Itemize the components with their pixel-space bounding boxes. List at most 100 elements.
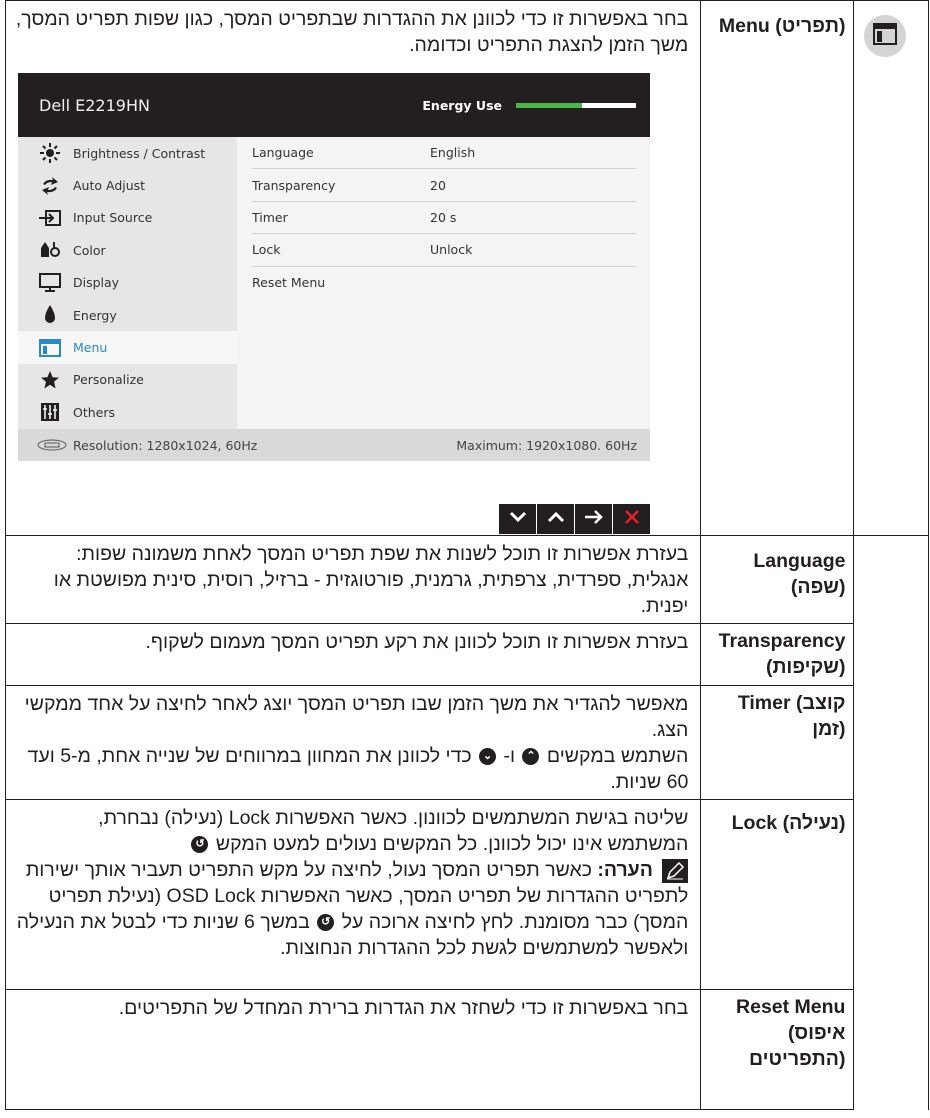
right-button[interactable] [575,504,612,534]
timer-line2-b: ו- [503,745,516,767]
exit-button[interactable] [613,504,650,534]
osd-sidebar-label: Display [73,275,120,291]
close-icon [624,509,640,530]
osd-sidebar-item-display[interactable]: Display [18,267,237,299]
menu-section-badge [864,15,907,57]
osd-panel: Dell E2219HN Energy Use Brightness / Con… [18,73,650,461]
menu-feature-cell: Menu (תפריט) [700,0,855,536]
menu-settings-table: בחר באפשרות זו כדי לכוונן את ההגדרות שבת… [4,0,929,1110]
energy-icon [39,304,61,326]
table-row-reset-menu: בחר באפשרות זו כדי לשחזר את הגדרות ברירת… [4,989,929,1110]
chevron-down-button-icon: ⌄ [479,748,497,766]
color-icon [39,239,61,261]
osd-setting-name: Reset Menu [252,275,326,291]
up-button[interactable] [537,504,574,534]
timer-line1: מאפשר להגדיר את משך הזמן שבו תפריט המסך … [24,693,689,741]
osd-setting-row[interactable]: Lock Unlock [252,234,636,267]
osd-settings-panel: Language English Transparency 20 Timer 2… [237,137,650,429]
osd-energy-use: Energy Use [422,98,636,113]
back-button-icon: ↺ [317,914,335,932]
input-source-icon [39,207,61,229]
osd-setting-name: Language [252,145,314,161]
osd-sidebar-item-brightness[interactable]: Brightness / Contrast [18,137,237,169]
osd-sidebar-label: Energy [73,307,117,323]
lock-para1-text: שליטה בגישת המשתמשים לכוונון. כאשר האפשר… [98,807,689,855]
others-icon [39,401,61,423]
display-icon [39,272,61,294]
osd-setting-name: Lock [252,242,281,258]
osd-energy-label: Energy Use [422,97,502,113]
osd-body: Brightness / Contrast Auto Adjust Input … [18,137,650,429]
osd-sidebar-item-others[interactable]: Others [18,396,237,428]
osd-model-name: Dell E2219HN [39,95,150,115]
osd-sidebar-label: Input Source [73,210,153,226]
osd-setting-name: Transparency [252,177,336,193]
chevron-up-icon [547,510,565,528]
menu-description-cell: בחר באפשרות זו כדי לכוונן את ההגדרות שבת… [4,0,702,536]
osd-sidebar-item-energy[interactable]: Energy [18,299,237,331]
osd-setting-row[interactable]: Transparency 20 [252,169,636,202]
timer-line2: השתמש במקשים ⌃ ו- ⌄ כדי לכוונן את המחוון… [14,743,689,795]
osd-setting-value: 20 s [430,209,457,225]
osd-energy-bar [516,102,636,108]
chevron-down-icon [509,510,527,528]
osd-setting-value: Unlock [430,242,473,258]
timer-line2-a: השתמש במקשים [546,745,689,767]
osd-sidebar-label: Menu [73,340,108,356]
lock-note: הערה: כאשר תפריט המסך נעול, לחיצה על מקש… [14,857,689,961]
lock-feature-name: Lock (נעילה) [731,812,846,834]
osd-sidebar-item-auto-adjust[interactable]: Auto Adjust [18,169,237,201]
lock-para1: שליטה בגישת המשתמשים לכוונון. כאשר האפשר… [14,805,688,857]
down-button[interactable] [499,504,536,534]
reset-feature-name: Reset Menu (איפוס התפריטים) [736,996,846,1070]
language-description: בעזרת אפשרות זו תוכל לשנות את שפת תפריט … [53,543,689,617]
auto-adjust-icon [39,175,61,197]
reset-description: בחר באפשרות זו כדי לשחזר את הגדרות ברירת… [118,997,689,1019]
osd-resolution: Resolution: 1280x1024, 60Hz [37,438,257,453]
transparency-feature-name: Transparency (שקיפות) [718,630,846,678]
osd-energy-fill [516,102,582,108]
note-label: הערה: [597,859,653,881]
osd-setting-value: English [430,145,476,161]
menu-icon-cell [853,0,929,536]
osd-sidebar-item-menu[interactable]: Menu [18,331,237,364]
chevron-up-button-icon: ⌃ [522,748,540,766]
menu-icon [873,22,898,50]
star-icon [39,369,61,391]
osd-sidebar-label: Auto Adjust [73,178,146,194]
osd-navigation-buttons [18,504,650,534]
osd-sidebar-label: Brightness / Contrast [73,145,206,161]
transparency-description: בעזרת אפשרות זו תוכל לכוונן את רקע תפריט… [145,631,689,653]
osd-footer: Resolution: 1280x1024, 60Hz Maximum: 192… [18,429,650,461]
timer-description: מאפשר להגדיר את משך הזמן שבו תפריט המסך … [6,686,700,798]
brightness-icon [39,142,61,164]
table-row-menu: בחר באפשרות זו כדי לכוונן את ההגדרות שבת… [4,0,929,536]
osd-sidebar-item-input-source[interactable]: Input Source [18,202,237,234]
osd-header: Dell E2219HN Energy Use [18,73,650,137]
lock-description: שליטה בגישת המשתמשים לכוונון. כאשר האפשר… [6,800,700,964]
menu-icon [39,337,61,359]
osd-screenshot: Dell E2219HN Energy Use Brightness / Con… [18,73,650,534]
note-pencil-icon [662,858,689,883]
osd-sidebar-label: Others [73,404,116,420]
osd-setting-value: 20 [430,177,446,193]
osd-sidebar-item-color[interactable]: Color [18,234,237,266]
osd-setting-name: Timer [252,209,288,225]
table-row-timer: מאפשר להגדיר את משך הזמן שבו תפריט המסך … [4,685,929,800]
osd-resolution-text: Resolution: 1280x1024, 60Hz [73,437,258,453]
osd-setting-row[interactable]: Timer 20 s [252,202,636,235]
table-row-language: בעזרת אפשרות זו תוכל לשנות את שפת תפריט … [4,535,929,624]
table-row-transparency: בעזרת אפשרות זו תוכל לכוונן את רקע תפריט… [4,623,929,686]
osd-setting-row[interactable]: Reset Menu [252,267,636,299]
language-feature-name: Language (שפה) [753,550,846,598]
menu-feature-name: Menu (תפריט) [718,15,846,37]
osd-sidebar-label: Color [73,242,106,258]
osd-setting-row[interactable]: Language English [252,137,636,170]
osd-sidebar-item-personalize[interactable]: Personalize [18,364,237,396]
osd-max-resolution: Maximum: 1920x1080. 60Hz [456,437,637,453]
menu-description: בחר באפשרות זו כדי לכוונן את ההגדרות שבת… [15,8,689,56]
osd-sidebar-label: Personalize [73,372,144,388]
timer-feature-name: Timer (קוצב זמן) [737,692,846,740]
osd-sidebar: Brightness / Contrast Auto Adjust Input … [18,137,237,429]
table-row-lock: שליטה בגישת המשתמשים לכוונון. כאשר האפשר… [4,799,929,990]
